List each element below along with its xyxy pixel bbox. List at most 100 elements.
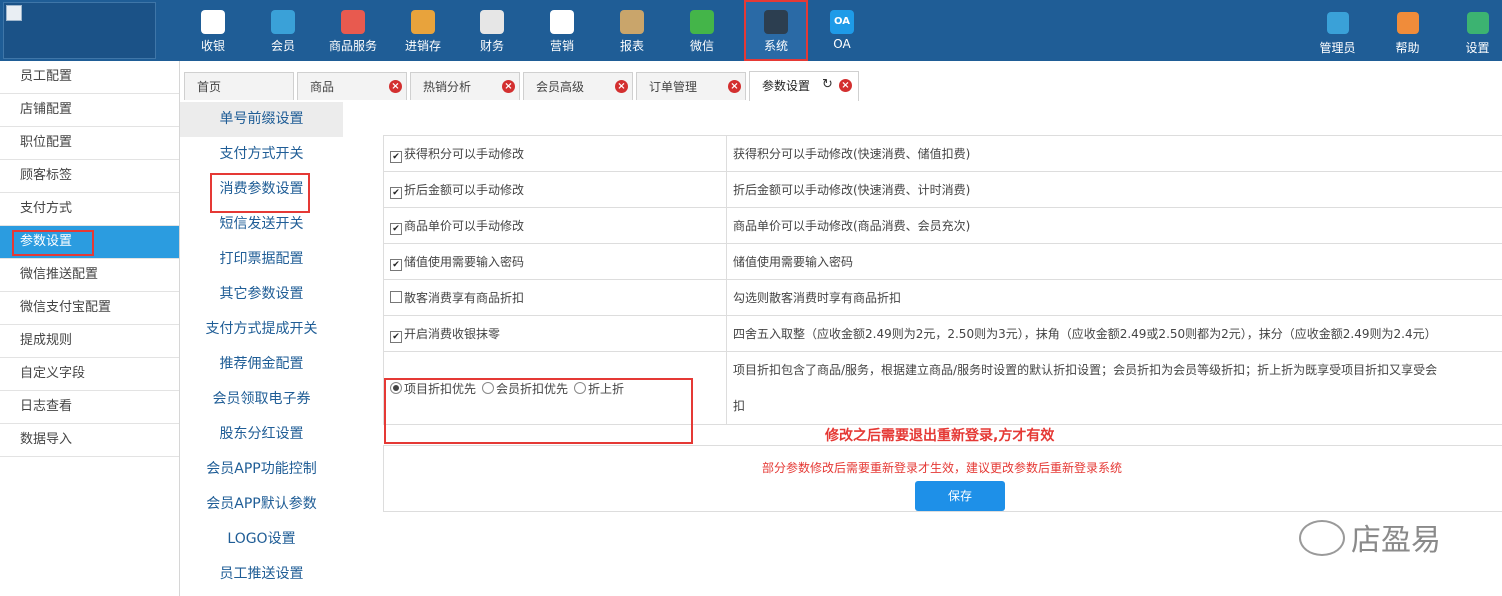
sidebar-item[interactable]: 日志查看 [0,391,179,424]
setting-label: 储值使用需要输入密码 [404,254,525,269]
discount-radio[interactable] [574,381,587,394]
submenu-item-label: 打印票据配置 [219,251,304,267]
discount-radio[interactable] [482,381,495,394]
refresh-icon[interactable]: ↻ [822,78,836,92]
setting-description: 折后金额可以手动修改(快速消费、计时消费) [726,171,1502,208]
broken-image-icon [6,5,22,21]
discount-radio[interactable] [390,381,402,394]
nav-settings[interactable]: 设置 [1450,0,1502,61]
submenu-item[interactable]: 单号前缀设置 [180,102,343,137]
sidebar-item[interactable]: 微信推送配置 [0,259,179,292]
tab-1[interactable]: 商品 × [297,72,407,100]
setting-option-cell: ✔ 储值使用需要输入密码 [383,243,727,280]
tab-0[interactable]: 首页 [184,72,294,100]
submenu-item-label: 推荐佣金配置 [219,356,304,372]
nav-label: 进销存 [404,39,441,53]
sidebar-item[interactable]: 店铺配置 [0,94,179,127]
submenu-item[interactable]: 会员APP默认参数 [180,487,343,522]
submenu-item-label: LOGO设置 [227,531,296,547]
sidebar-item[interactable]: 提成规则 [0,325,179,358]
finance-icon [480,10,504,34]
nav-finance[interactable]: 财务 [459,0,525,61]
nav-label: 微信 [689,39,714,53]
nav-cash-register[interactable]: 收银 [180,0,246,61]
submenu-item[interactable]: 消费参数设置 [180,172,343,213]
nav-inventory[interactable]: 进销存 [390,0,456,61]
tab-4[interactable]: 订单管理 × [636,72,746,100]
sidebar-item[interactable]: 参数设置 [0,226,179,259]
setting-checkbox[interactable]: ✔ [390,258,402,271]
oa-icon: OA [830,10,854,34]
highlight-box [384,377,693,444]
parameter-submenu: 单号前缀设置支付方式开关消费参数设置 短信发送开关打印票据配置其它参数设置 支付方式… [180,102,344,596]
nav-marketing[interactable]: 营销 [529,0,595,61]
logo-image [3,2,156,59]
close-icon[interactable]: × [502,80,515,93]
nav-goods[interactable]: 商品服务 [320,0,386,61]
setting-checkbox[interactable]: ✔ [390,150,402,163]
setting-checkbox[interactable] [390,291,402,303]
nav-help[interactable]: 帮助 [1380,0,1435,61]
tab-3[interactable]: 会员高级 × [523,72,633,100]
nav-wechat[interactable]: 微信 [669,0,735,61]
report-icon [620,10,644,34]
nav-label: 报表 [619,39,644,53]
sidebar-item[interactable]: 支付方式 [0,193,179,226]
nav-oa[interactable]: OA OA [809,0,875,61]
settings-row: ✔ 商品单价可以手动修改 商品单价可以手动修改(商品消费、会员充次) [383,207,1502,244]
sidebar-item[interactable]: 微信支付宝配置 [0,292,179,325]
setting-label: 开启消费收银抹零 [404,326,501,341]
nav-label: 商品服务 [328,39,377,53]
submenu-item[interactable]: 打印票据配置 [180,242,343,277]
close-icon[interactable]: × [839,79,852,92]
submenu-item[interactable]: 会员APP功能控制 [180,452,343,487]
submenu-item[interactable]: 其它参数设置 [180,277,343,312]
member-icon [271,10,295,34]
sidebar-item[interactable]: 顾客标签 [0,160,179,193]
close-icon[interactable]: × [615,80,628,93]
sidebar-item[interactable]: 数据导入 [0,424,179,457]
submenu-item[interactable]: 支付方式开关 [180,137,343,172]
submenu-item[interactable]: 员工推送设置 [180,557,343,592]
setting-checkbox[interactable]: ✔ [390,222,402,235]
setting-checkbox[interactable]: ✔ [390,330,402,343]
sidebar-item-label: 提成规则 [20,333,73,348]
sidebar-item-label: 微信推送配置 [20,267,99,282]
submenu-item[interactable]: 短信发送开关 [180,207,343,242]
nav-report[interactable]: 报表 [599,0,665,61]
submenu-item[interactable]: 推荐佣金配置 [180,347,343,382]
inventory-icon [411,10,435,34]
save-button[interactable]: 保存 [915,481,1005,511]
wechat-icon [1299,520,1345,556]
nav-admin[interactable]: 管理员 [1310,0,1365,61]
sidebar-item[interactable]: 员工配置 [0,61,179,94]
tab-label: 首页 [197,80,222,94]
tab-5[interactable]: 参数设置 ↻ × [749,71,859,101]
discount-desc-line1: 项目折扣包含了商品/服务，根据建立商品/服务时设置的默认折扣设置；会员折扣为会员… [733,363,1438,377]
nav-system[interactable]: 系统 [744,0,808,61]
close-icon[interactable]: × [728,80,741,93]
nav-label: OA [833,37,851,51]
tab-2[interactable]: 热销分析 × [410,72,520,100]
discount-options-cell: 项目折扣优先 会员折扣优先 折上折 [383,351,727,444]
setting-label: 折后金额可以手动修改 [404,182,525,197]
nav-member[interactable]: 会员 [250,0,316,61]
discount-radio-group: 项目折扣优先 会员折扣优先 折上折 [384,377,720,444]
sidebar-item-label: 支付方式 [20,201,73,216]
setting-checkbox[interactable]: ✔ [390,186,402,199]
tab-bar: 首页 商品 × 热销分析 × 会员高级 × 订单管理 × 参数设置 ↻ × [180,61,1502,103]
setting-description: 获得积分可以手动修改(快速消费、储值扣费) [726,135,1502,172]
setting-description: 储值使用需要输入密码 [726,243,1502,280]
wechat-icon [690,10,714,34]
submenu-item[interactable]: 会员领取电子券 [180,382,343,417]
submenu-item[interactable]: 支付方式提成开关 [180,312,343,347]
sidebar-item[interactable]: 自定义字段 [0,358,179,391]
submenu-item[interactable]: LOGO设置 [180,522,343,557]
settings-row: ✔ 折后金额可以手动修改 折后金额可以手动修改(快速消费、计时消费) [383,171,1502,208]
close-icon[interactable]: × [389,80,402,93]
submenu-item[interactable]: 股东分红设置 [180,417,343,452]
submenu-item-label: 支付方式开关 [219,146,304,162]
settings-row: ✔ 获得积分可以手动修改 获得积分可以手动修改(快速消费、储值扣费) [383,135,1502,172]
sidebar-item[interactable]: 职位配置 [0,127,179,160]
nav-label: 帮助 [1395,41,1420,55]
